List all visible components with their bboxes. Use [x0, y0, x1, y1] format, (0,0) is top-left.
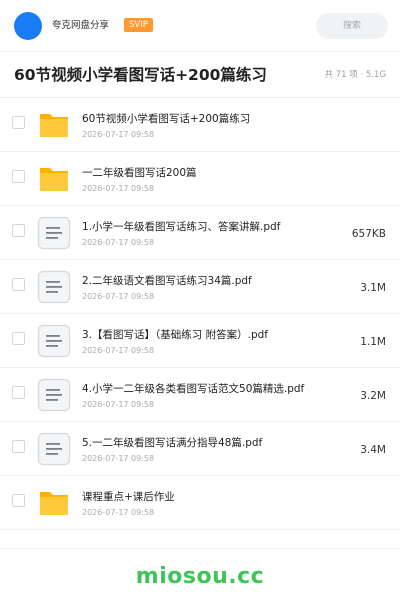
item-size: 3.2M — [360, 390, 386, 402]
row-checkbox[interactable] — [12, 440, 25, 453]
folder-title-bar: 60节视频小学看图写话+200篇练习 共 71 项 · 5.1G — [0, 52, 400, 98]
folder-icon — [37, 162, 71, 196]
row-checkbox[interactable] — [12, 332, 25, 345]
row-checkbox[interactable] — [12, 170, 25, 183]
item-date: 2026-07-17 09:58 — [82, 508, 155, 517]
item-size: 657KB — [351, 228, 386, 240]
document-icon — [37, 270, 71, 304]
item-name: 5.一二年级看图写话满分指导48篇.pdf — [82, 437, 263, 449]
document-icon — [37, 432, 71, 466]
item-date: 2026-07-17 09:58 — [82, 292, 155, 301]
item-size: 1.1M — [360, 336, 386, 348]
folder-icon — [37, 108, 71, 142]
item-name: 一二年级看图写话200篇 — [82, 167, 197, 179]
item-date: 2026-07-17 09:58 — [82, 130, 155, 139]
row-checkbox[interactable] — [12, 224, 25, 237]
file-row[interactable]: 2.二年级语文看图写话练习34篇.pdf 2026-07-17 09:58 3.1M — [0, 260, 400, 314]
item-name: 60节视频小学看图写话+200篇练习 — [82, 113, 251, 125]
folder-row[interactable]: 60节视频小学看图写话+200篇练习 2026-07-17 09:58 — [0, 98, 400, 152]
row-checkbox[interactable] — [12, 386, 25, 399]
share-header: 夸克网盘分享 SVIP 搜索 — [0, 0, 400, 52]
file-row[interactable]: 3.【看图写话】（基础练习 附答案）.pdf 2026-07-17 09:58 1.… — [0, 314, 400, 368]
row-checkbox[interactable] — [12, 278, 25, 291]
file-row[interactable]: 5.一二年级看图写话满分指导48篇.pdf 2026-07-17 09:58 3.4… — [0, 422, 400, 476]
page-title: 60节视频小学看图写话+200篇练习 — [14, 66, 267, 84]
svip-badge: SVIP — [124, 18, 153, 32]
owner-name: 夸克网盘分享 — [52, 20, 110, 31]
file-row[interactable]: 1.小学一年级看图写话练习、答案讲解.pdf 2026-07-17 09:58 65… — [0, 206, 400, 260]
item-size: 3.1M — [360, 282, 386, 294]
row-checkbox[interactable] — [12, 116, 25, 129]
file-list: 60节视频小学看图写话+200篇练习 2026-07-17 09:58 一二年级看图… — [0, 98, 400, 530]
watermark-text: miosou.cc — [135, 564, 265, 589]
folder-row[interactable]: 课程重点+课后作业 2026-07-17 09:58 — [0, 476, 400, 530]
avatar[interactable] — [14, 12, 42, 40]
item-size: 3.4M — [360, 444, 386, 456]
item-date: 2026-07-17 09:58 — [82, 346, 155, 355]
item-name: 3.【看图写话】（基础练习 附答案）.pdf — [82, 329, 268, 341]
item-date: 2026-07-17 09:58 — [82, 184, 155, 193]
row-checkbox[interactable] — [12, 494, 25, 507]
item-name: 2.二年级语文看图写话练习34篇.pdf — [82, 275, 252, 287]
search-input[interactable]: 搜索 — [316, 13, 388, 39]
item-name: 1.小学一年级看图写话练习、答案讲解.pdf — [82, 221, 281, 233]
folder-summary: 共 71 项 · 5.1G — [324, 70, 386, 80]
item-date: 2026-07-17 09:58 — [82, 400, 155, 409]
item-name: 课程重点+课后作业 — [82, 491, 175, 503]
document-icon — [37, 216, 71, 250]
file-row[interactable]: 4.小学一二年级各类看图写话范文50篇精选.pdf 2026-07-17 09:5… — [0, 368, 400, 422]
folder-row[interactable]: 一二年级看图写话200篇 2026-07-17 09:58 — [0, 152, 400, 206]
folder-icon — [37, 486, 71, 520]
footer: miosou.cc — [0, 548, 400, 600]
item-date: 2026-07-17 09:58 — [82, 454, 155, 463]
document-icon — [37, 324, 71, 358]
document-icon — [37, 378, 71, 412]
item-date: 2026-07-17 09:58 — [82, 238, 155, 247]
item-name: 4.小学一二年级各类看图写话范文50篇精选.pdf — [82, 383, 305, 395]
